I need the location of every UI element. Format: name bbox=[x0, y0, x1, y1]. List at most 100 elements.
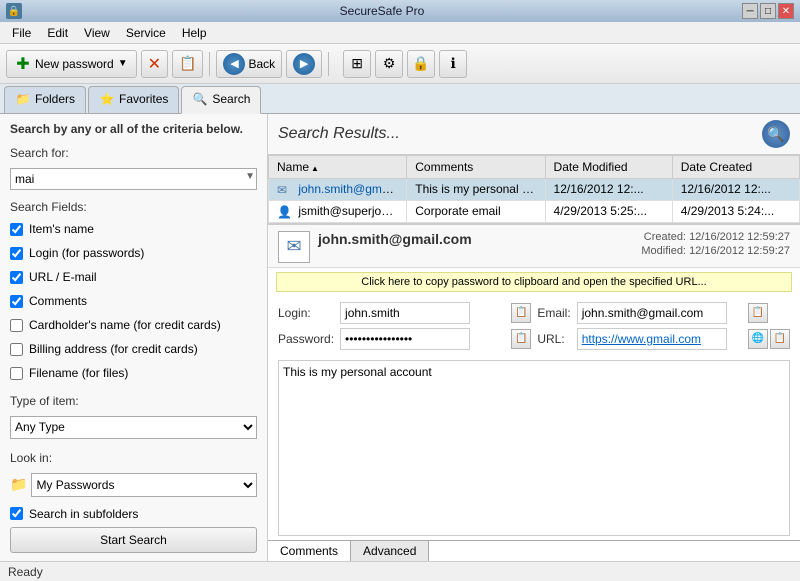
email-label: Email: bbox=[537, 306, 570, 320]
row-2-date-created: 4/29/2013 5:24:... bbox=[672, 200, 799, 222]
lookin-wrap: 📁 My Passwords All Items bbox=[10, 473, 257, 497]
tab-favorites[interactable]: ⭐ Favorites bbox=[88, 86, 179, 113]
copy-password-bar[interactable]: Click here to copy password to clipboard… bbox=[276, 272, 792, 292]
email-value: john.smith@gmail.com bbox=[577, 302, 727, 324]
window-controls: ─ □ ✕ bbox=[742, 3, 794, 19]
col-name[interactable]: Name▲ bbox=[269, 156, 407, 179]
right-tools: ⊞ ⚙ 🔒 ℹ bbox=[343, 50, 467, 78]
lookin-label: Look in: bbox=[10, 451, 257, 465]
back-button[interactable]: ◀ Back bbox=[216, 50, 282, 78]
checkbox-items-name-input[interactable] bbox=[10, 223, 23, 236]
detail-created: Created: 12/16/2012 12:59:27 bbox=[641, 231, 790, 243]
row-1-date-modified: 12/16/2012 12:... bbox=[545, 179, 672, 201]
detail-fields: Login: john.smith 📋 Email: john.smith@gm… bbox=[268, 296, 800, 356]
grid-button[interactable]: ⊞ bbox=[343, 50, 371, 78]
url-value: https://www.gmail.com bbox=[577, 328, 727, 350]
password-copy-button[interactable]: 📋 bbox=[511, 329, 531, 349]
results-title: Search Results... bbox=[278, 125, 400, 143]
tab-folders[interactable]: 📁 Folders bbox=[4, 86, 86, 113]
menu-view[interactable]: View bbox=[76, 24, 118, 42]
table-row[interactable]: ✉ john.smith@gmail.com This is my person… bbox=[269, 179, 800, 201]
folder-icon-sm: 📁 bbox=[10, 476, 27, 493]
row-2-name: 👤 jsmith@superjob.com bbox=[269, 200, 407, 222]
col-comments[interactable]: Comments bbox=[407, 156, 545, 179]
type-select[interactable]: Any Type Passwords Credit Cards Files bbox=[10, 416, 257, 439]
new-password-button[interactable]: ✚ New password ▼ bbox=[6, 50, 137, 78]
tab-bar: 📁 Folders ⭐ Favorites 🔍 Search bbox=[0, 84, 800, 114]
plus-icon: ✚ bbox=[15, 56, 31, 72]
detail-tabs: Comments Advanced bbox=[268, 540, 800, 561]
search-for-label: Search for: bbox=[10, 146, 257, 160]
status-text: Ready bbox=[8, 565, 43, 579]
detail-modified: Modified: 12/16/2012 12:59:27 bbox=[641, 245, 790, 257]
lookin-select[interactable]: My Passwords All Items bbox=[31, 473, 257, 497]
search-input[interactable] bbox=[10, 168, 257, 190]
checkbox-comments: Comments bbox=[10, 294, 257, 308]
col-date-created[interactable]: Date Created bbox=[672, 156, 799, 179]
detail-dates: Created: 12/16/2012 12:59:27 Modified: 1… bbox=[641, 231, 790, 259]
delete-button[interactable]: ✕ bbox=[141, 50, 168, 78]
checkbox-url-input[interactable] bbox=[10, 271, 23, 284]
menu-edit[interactable]: Edit bbox=[39, 24, 76, 42]
search-tab-icon: 🔍 bbox=[192, 91, 208, 107]
checkbox-login-input[interactable] bbox=[10, 247, 23, 260]
password-label: Password: bbox=[278, 332, 334, 346]
main-content: Search by any or all of the criteria bel… bbox=[0, 114, 800, 561]
close-button[interactable]: ✕ bbox=[778, 3, 794, 19]
menu-service[interactable]: Service bbox=[118, 24, 174, 42]
detail-tab-advanced[interactable]: Advanced bbox=[351, 541, 429, 561]
toolbar: ✚ New password ▼ ✕ 📋 ◀ Back ▶ ⊞ ⚙ 🔒 ℹ bbox=[0, 44, 800, 84]
table-row[interactable]: 👤 jsmith@superjob.com Corporate email 4/… bbox=[269, 200, 800, 222]
menu-help[interactable]: Help bbox=[174, 24, 215, 42]
folder-icon: 📁 bbox=[15, 91, 31, 107]
type-label: Type of item: bbox=[10, 394, 257, 408]
start-search-button[interactable]: Start Search bbox=[10, 527, 257, 553]
left-panel: Search by any or all of the criteria bel… bbox=[0, 114, 268, 561]
toolbar-separator-1 bbox=[209, 52, 210, 76]
email-copy-button[interactable]: 📋 bbox=[748, 303, 768, 323]
login-copy-button[interactable]: 📋 bbox=[511, 303, 531, 323]
row-1-comments: This is my personal account bbox=[407, 179, 545, 201]
title-bar: 🔒 SecureSafe Pro ─ □ ✕ bbox=[0, 0, 800, 22]
search-circle-icon: 🔍 bbox=[762, 120, 790, 148]
forward-button[interactable]: ▶ bbox=[286, 50, 322, 78]
menu-bar: File Edit View Service Help bbox=[0, 22, 800, 44]
detail-tab-comments[interactable]: Comments bbox=[268, 541, 351, 561]
toolbar-separator-2 bbox=[328, 52, 329, 76]
row-2-date-modified: 4/29/2013 5:25:... bbox=[545, 200, 672, 222]
minimize-button[interactable]: ─ bbox=[742, 3, 758, 19]
results-header: Search Results... 🔍 bbox=[268, 114, 800, 155]
back-arrow-icon: ◀ bbox=[223, 53, 245, 75]
detail-title: john.smith@gmail.com bbox=[318, 231, 472, 247]
menu-file[interactable]: File bbox=[4, 24, 39, 42]
checkbox-cardholder: Cardholder's name (for credit cards) bbox=[10, 318, 257, 332]
search-fields-label: Search Fields: bbox=[10, 200, 257, 214]
dropdown-arrow-icon: ▼ bbox=[245, 171, 255, 182]
app-title: SecureSafe Pro bbox=[22, 4, 742, 18]
person-icon: 👤 bbox=[277, 205, 291, 219]
search-input-wrap: ▼ bbox=[10, 168, 257, 190]
copy-button[interactable]: 📋 bbox=[172, 50, 203, 78]
url-copy-button[interactable]: 📋 bbox=[770, 329, 790, 349]
email-icon: ✉ bbox=[277, 183, 291, 197]
tab-search[interactable]: 🔍 Search bbox=[181, 86, 261, 114]
checkbox-cardholder-input[interactable] bbox=[10, 319, 23, 332]
subfolder-checkbox[interactable] bbox=[10, 507, 23, 520]
checkbox-billing: Billing address (for credit cards) bbox=[10, 342, 257, 356]
checkbox-filename-input[interactable] bbox=[10, 367, 23, 380]
checkbox-billing-input[interactable] bbox=[10, 343, 23, 356]
app-icon: 🔒 bbox=[6, 3, 22, 19]
row-1-name: ✉ john.smith@gmail.com bbox=[269, 179, 407, 201]
copy-icon: 📋 bbox=[179, 55, 196, 72]
checkbox-login: Login (for passwords) bbox=[10, 246, 257, 260]
checkbox-comments-input[interactable] bbox=[10, 295, 23, 308]
col-date-modified[interactable]: Date Modified bbox=[545, 156, 672, 179]
info-button[interactable]: ℹ bbox=[439, 50, 467, 78]
lock-button[interactable]: 🔒 bbox=[407, 50, 435, 78]
maximize-button[interactable]: □ bbox=[760, 3, 776, 19]
subfolder-check-wrap: Search in subfolders bbox=[10, 507, 257, 521]
panel-title: Search by any or all of the criteria bel… bbox=[10, 122, 257, 136]
checkbox-url: URL / E-mail bbox=[10, 270, 257, 284]
url-open-button[interactable]: 🌐 bbox=[748, 329, 768, 349]
settings-button[interactable]: ⚙ bbox=[375, 50, 403, 78]
